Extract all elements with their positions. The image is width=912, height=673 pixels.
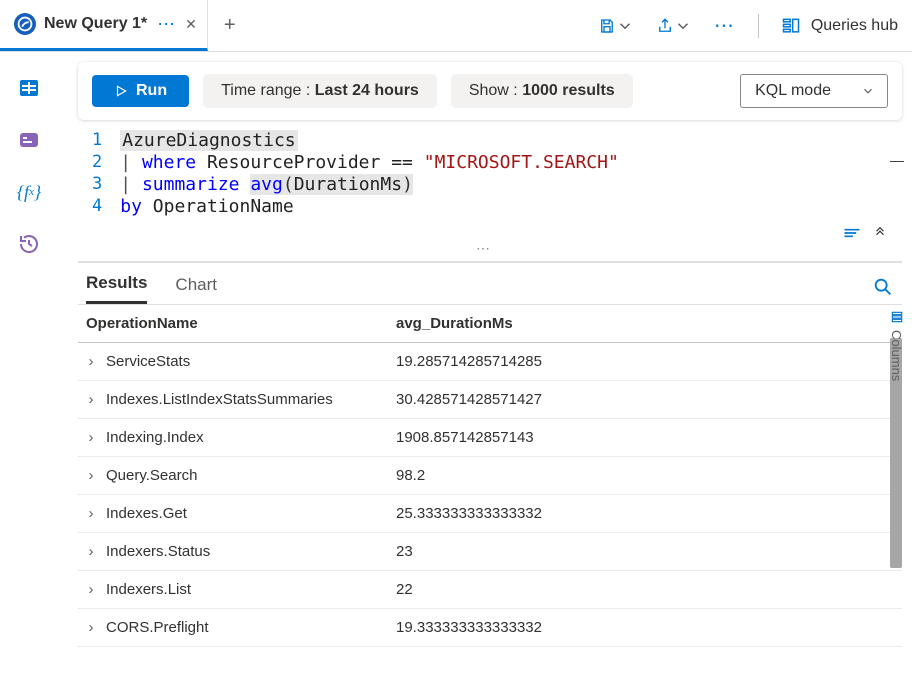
results-table: OperationName avg_DurationMs ›ServiceSta… — [78, 304, 902, 647]
code-content[interactable]: AzureDiagnostics | where ResourceProvide… — [120, 130, 619, 218]
expand-icon[interactable]: › — [86, 391, 106, 408]
cell-operationname: Query.Search — [106, 467, 197, 484]
expand-icon[interactable]: › — [86, 353, 106, 370]
time-range-value: Last 24 hours — [315, 82, 419, 99]
run-button[interactable]: Run — [92, 75, 189, 107]
queries-hub-label: Queries hub — [811, 17, 898, 35]
time-range-picker[interactable]: Time range : Last 24 hours — [203, 74, 437, 108]
tab-more-icon[interactable]: ⋯ — [155, 14, 177, 35]
cell-avgduration: 25.333333333333332 — [388, 495, 902, 533]
cell-operationname: Indexes.Get — [106, 505, 187, 522]
collapse-sidebar-icon[interactable]: — — [890, 152, 904, 168]
share-button[interactable] — [656, 17, 692, 35]
expand-icon[interactable]: › — [86, 505, 106, 522]
table-row[interactable]: ›Indexing.Index 1908.857142857143 — [78, 419, 902, 457]
show-label: Show : — [469, 82, 518, 99]
show-value: 1000 results — [522, 82, 615, 99]
tab-strip: New Query 1* ⋯ ✕ + — [0, 0, 252, 51]
cell-avgduration: 23 — [388, 533, 902, 571]
format-icon[interactable] — [842, 226, 862, 240]
top-actions: ⋯ Queries hub — [598, 13, 898, 38]
functions-icon[interactable]: {fx} — [17, 180, 41, 204]
table-row[interactable]: ›Indexes.Get 25.333333333333332 — [78, 495, 902, 533]
table-row[interactable]: ›CORS.Preflight 19.333333333333332 — [78, 609, 902, 647]
more-actions-button[interactable]: ⋯ — [714, 13, 736, 38]
log-analytics-icon — [14, 13, 36, 35]
table-row[interactable]: ›Query.Search 98.2 — [78, 457, 902, 495]
tab-query-1[interactable]: New Query 1* ⋯ ✕ — [0, 0, 208, 51]
mode-select[interactable]: KQL mode — [740, 74, 888, 108]
cell-operationname: Indexing.Index — [106, 429, 204, 446]
expand-icon[interactable]: › — [86, 619, 106, 636]
table-row[interactable]: ›ServiceStats 19.285714285714285 — [78, 343, 902, 381]
divider — [758, 14, 759, 38]
expand-icon[interactable]: › — [86, 467, 106, 484]
tab-results[interactable]: Results — [86, 273, 147, 304]
close-icon[interactable]: ✕ — [185, 16, 197, 33]
columns-panel-toggle[interactable]: Columns — [889, 304, 904, 381]
table-row[interactable]: ›Indexes.ListIndexStatsSummaries 30.42857… — [78, 381, 902, 419]
cell-operationname: CORS.Preflight — [106, 619, 209, 636]
cell-operationname: Indexers.List — [106, 581, 191, 598]
column-header-avgduration[interactable]: avg_DurationMs — [388, 305, 902, 343]
column-header-operationname[interactable]: OperationName — [78, 305, 388, 343]
columns-label: Columns — [889, 330, 904, 381]
history-icon[interactable] — [17, 232, 41, 256]
query-toolbar: Run Time range : Last 24 hours Show : 10… — [78, 62, 902, 120]
mode-label: KQL mode — [755, 82, 831, 100]
cell-operationname: Indexes.ListIndexStatsSummaries — [106, 391, 333, 408]
results-panel: Results Chart OperationName avg_Duration… — [78, 261, 902, 647]
show-limit-picker[interactable]: Show : 1000 results — [451, 74, 633, 108]
cell-operationname: Indexers.Status — [106, 543, 210, 560]
title-bar: New Query 1* ⋯ ✕ + ⋯ Queries hub — [0, 0, 912, 52]
tab-chart[interactable]: Chart — [175, 275, 217, 303]
table-row[interactable]: ›Indexers.List 22 — [78, 571, 902, 609]
expand-icon[interactable]: › — [86, 581, 106, 598]
collapse-up-icon[interactable] — [872, 226, 888, 240]
run-label: Run — [136, 82, 167, 100]
expand-icon[interactable]: › — [86, 429, 106, 446]
cell-avgduration: 98.2 — [388, 457, 902, 495]
line-gutter: 1 2 3 4 — [92, 130, 120, 218]
cell-operationname: ServiceStats — [106, 353, 190, 370]
time-range-label: Time range : — [221, 82, 310, 99]
queries-icon[interactable] — [17, 128, 41, 152]
search-icon[interactable] — [872, 276, 894, 301]
cell-avgduration: 1908.857142857143 — [388, 419, 902, 457]
expand-icon[interactable]: › — [86, 543, 106, 560]
cell-avgduration: 30.428571428571427 — [388, 381, 902, 419]
cell-avgduration: 19.333333333333332 — [388, 609, 902, 647]
save-button[interactable] — [598, 17, 634, 35]
resize-handle[interactable]: ⋯ — [58, 240, 912, 257]
queries-hub-button[interactable]: Queries hub — [781, 16, 898, 36]
tables-icon[interactable] — [17, 76, 41, 100]
cell-avgduration: 19.285714285714285 — [388, 343, 902, 381]
code-editor[interactable]: 1 2 3 4 AzureDiagnostics | where Resourc… — [78, 130, 902, 218]
new-tab-button[interactable]: + — [208, 14, 252, 37]
table-row[interactable]: ›Indexers.Status 23 — [78, 533, 902, 571]
left-rail: {fx} — [0, 52, 58, 673]
tab-title: New Query 1* — [44, 15, 147, 33]
cell-avgduration: 22 — [388, 571, 902, 609]
